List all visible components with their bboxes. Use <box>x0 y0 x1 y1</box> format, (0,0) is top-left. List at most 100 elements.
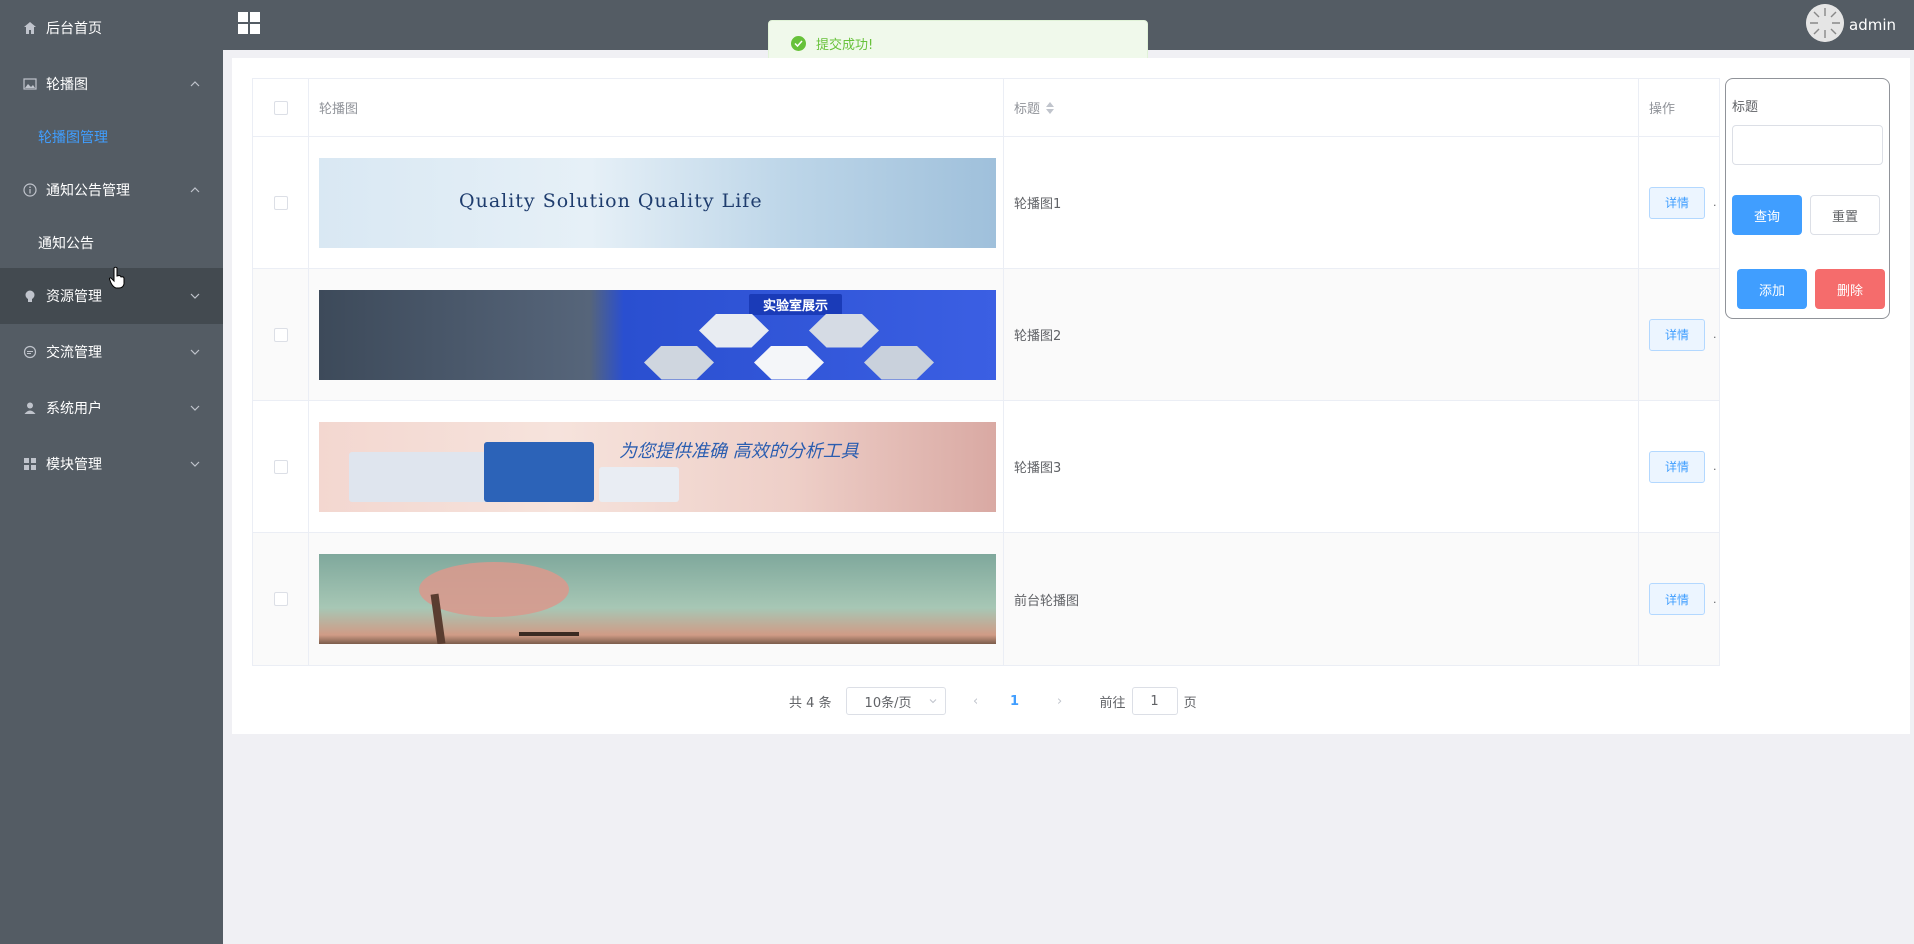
table-row: Quality Solution Quality Life 轮播图1 详情. <box>253 137 1719 269</box>
page-size-select[interactable]: 10条/页 <box>845 687 946 715</box>
picture-icon <box>22 76 38 92</box>
sidebar-item-notice[interactable]: 通知公告管理 <box>0 162 223 218</box>
page-size-value: 10条/页 <box>864 695 912 711</box>
prev-page-button[interactable]: ‹ <box>964 694 988 709</box>
sidebar-item-carousel-manage[interactable]: 轮播图管理 <box>0 112 223 162</box>
row-checkbox[interactable] <box>273 327 288 342</box>
sidebar-item-notice-list[interactable]: 通知公告 <box>0 218 223 268</box>
header-check-cell <box>253 79 309 136</box>
avatar[interactable] <box>1806 4 1844 42</box>
detail-button[interactable]: 详情 <box>1649 318 1705 351</box>
detail-button[interactable]: 详情 <box>1649 450 1705 483</box>
row-image-cell: 实验室展示 <box>309 269 1004 400</box>
row-title: 轮播图2 <box>1004 269 1639 400</box>
row-check-cell <box>253 401 309 532</box>
row-image-cell: 为您提供准确 高效的分析工具 <box>309 401 1004 532</box>
chevron-down-icon <box>190 461 200 467</box>
banner-image: 实验室展示 <box>319 289 996 380</box>
row-title: 前台轮播图 <box>1004 533 1639 665</box>
table-row: 为您提供准确 高效的分析工具 轮播图3 详情. <box>253 401 1719 533</box>
row-op-cell: 详情. <box>1639 137 1719 268</box>
page-suffix: 页 <box>1183 695 1197 711</box>
pagination: 共 4 条 10条/页 ‹ 1 › 前往 1 页 <box>789 687 1197 715</box>
sort-icon[interactable] <box>1046 101 1055 114</box>
title-search-input[interactable] <box>1732 125 1883 165</box>
more-dot: . <box>1713 592 1717 606</box>
chevron-down-icon <box>190 405 200 411</box>
reset-button[interactable]: 重置 <box>1810 195 1880 235</box>
sidebar-item-exchange[interactable]: 交流管理 <box>0 324 223 380</box>
column-header-title[interactable]: 标题 <box>1004 79 1639 136</box>
sidebar-item-home[interactable]: 后台首页 <box>0 0 223 56</box>
lab-photo <box>864 345 934 380</box>
banner-image: 为您提供准确 高效的分析工具 <box>319 421 996 512</box>
query-button[interactable]: 查询 <box>1732 195 1802 235</box>
add-button[interactable]: 添加 <box>1737 269 1807 309</box>
select-all-checkbox[interactable] <box>273 100 288 115</box>
row-op-cell: 详情. <box>1639 533 1719 665</box>
row-checkbox[interactable] <box>273 459 288 474</box>
instrument-graphic <box>484 441 594 502</box>
next-page-button[interactable]: › <box>1048 694 1072 709</box>
chevron-down-icon <box>190 349 200 355</box>
row-image-cell: Quality Solution Quality Life <box>309 137 1004 268</box>
sidebar: 后台首页 轮播图 轮播图管理 通知公告管理 通知公告 资源管理 交流管理 系统用… <box>0 0 223 944</box>
chevron-up-icon <box>190 187 200 193</box>
table-row: 前台轮播图 详情. <box>253 533 1719 665</box>
row-check-cell <box>253 137 309 268</box>
detail-button[interactable]: 详情 <box>1649 583 1705 615</box>
chevron-up-icon <box>190 81 200 87</box>
sidebar-item-label: 通知公告管理 <box>46 183 130 199</box>
lab-photo <box>754 345 824 380</box>
detail-button[interactable]: 详情 <box>1649 186 1705 219</box>
row-op-cell: 详情. <box>1639 269 1719 400</box>
sidebar-item-label: 轮播图 <box>46 77 88 93</box>
chevron-down-icon <box>929 699 936 704</box>
bench <box>519 632 579 636</box>
row-checkbox[interactable] <box>273 195 288 210</box>
page-number[interactable]: 1 <box>1000 694 1030 709</box>
sidebar-item-label: 通知公告 <box>38 236 94 252</box>
table-header-row: 轮播图 标题 操作 <box>253 79 1719 137</box>
row-title: 轮播图1 <box>1004 137 1639 268</box>
chevron-down-icon <box>190 293 200 299</box>
carousel-table: 轮播图 标题 操作 Quality Solution Quality Life … <box>252 78 1720 666</box>
table-row: 实验室展示 轮播图2 详情. <box>253 269 1719 401</box>
more-dot: . <box>1713 460 1717 473</box>
goto-page-input[interactable]: 1 <box>1131 687 1178 715</box>
sidebar-item-modules[interactable]: 模块管理 <box>0 436 223 492</box>
row-check-cell <box>253 269 309 400</box>
instrument-graphic <box>349 451 499 502</box>
sidebar-item-label: 系统用户 <box>46 401 102 417</box>
toast-message: 提交成功! <box>816 37 874 53</box>
column-header-title-label: 标题 <box>1014 102 1041 117</box>
apps-grid-icon[interactable] <box>238 12 260 34</box>
banner-image <box>319 554 996 644</box>
delete-button[interactable]: 删除 <box>1815 269 1885 309</box>
bulb-icon <box>22 288 38 304</box>
row-image-cell <box>309 533 1004 665</box>
grid-icon <box>22 456 38 472</box>
sidebar-item-label: 资源管理 <box>46 289 102 305</box>
info-icon <box>22 182 38 198</box>
sidebar-item-label: 交流管理 <box>46 345 102 361</box>
sidebar-item-carousel[interactable]: 轮播图 <box>0 56 223 112</box>
banner-caption: 为您提供准确 高效的分析工具 <box>619 440 859 462</box>
row-checkbox[interactable] <box>273 592 288 606</box>
instrument-graphic <box>599 466 679 502</box>
chat-icon <box>22 344 38 360</box>
search-card: 标题 查询 重置 添加 删除 <box>1725 78 1890 319</box>
lab-photo <box>809 313 879 348</box>
column-header-op: 操作 <box>1649 102 1676 117</box>
banner-caption: 实验室展示 <box>749 293 843 315</box>
sidebar-item-label: 后台首页 <box>46 21 102 37</box>
total-count: 共 4 条 <box>789 695 832 711</box>
sidebar-item-users[interactable]: 系统用户 <box>0 380 223 436</box>
sidebar-item-resource[interactable]: 资源管理 <box>0 268 223 324</box>
username[interactable]: admin <box>1849 16 1896 34</box>
search-label: 标题 <box>1732 100 1759 115</box>
goto-label: 前往 <box>1099 695 1126 711</box>
lab-photo <box>699 313 769 348</box>
home-icon <box>22 20 38 36</box>
more-dot: . <box>1713 196 1717 209</box>
